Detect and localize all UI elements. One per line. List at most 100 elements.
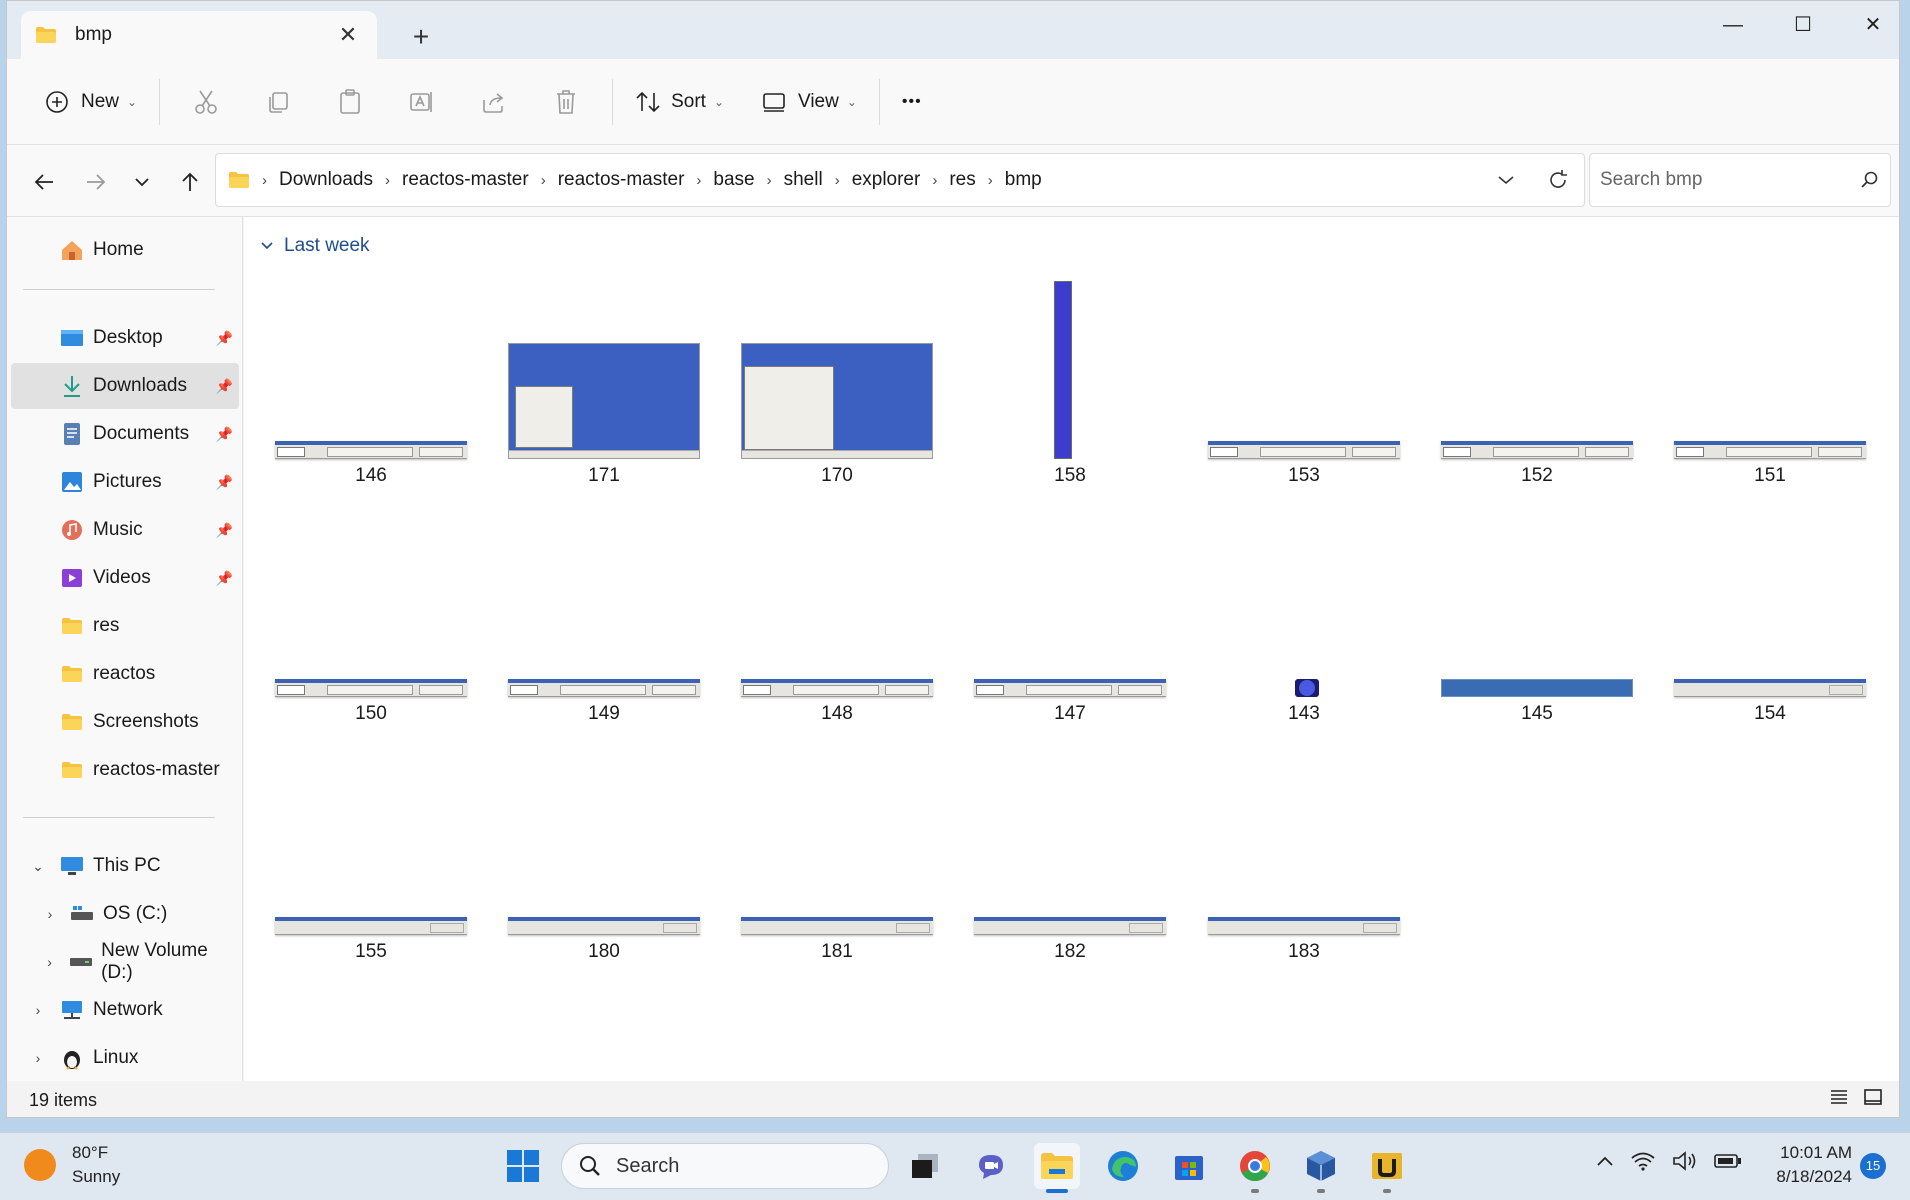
file-tile[interactable]: 153 [1189,281,1403,511]
breadcrumb-base[interactable]: base [705,169,762,191]
breadcrumb-separator[interactable]: › [537,172,550,189]
large-icons-view-icon[interactable] [1863,1087,1883,1107]
putty-button[interactable] [1364,1143,1410,1193]
view-button[interactable]: View ⌄ [750,78,869,126]
breadcrumb-bmp[interactable]: bmp [997,169,1050,191]
file-tile[interactable]: 147 [955,519,1169,749]
share-button[interactable] [458,78,530,126]
breadcrumb-reactos-master-inner[interactable]: reactos-master [550,169,693,191]
breadcrumb-downloads[interactable]: Downloads [271,169,381,191]
edge-button[interactable] [1100,1143,1146,1189]
file-tile[interactable]: 158 [955,281,1169,511]
file-tile[interactable]: 155 [256,757,470,987]
taskbar-search[interactable]: Search [561,1143,889,1189]
nav-reactos-master[interactable]: reactos-master [11,747,239,793]
forward-button[interactable] [77,163,115,201]
up-button[interactable] [171,163,209,201]
nav-drive-c[interactable]: › OS (C:) [11,891,239,937]
nav-linux[interactable]: › Linux [11,1035,239,1081]
breadcrumb-separator[interactable]: › [381,172,394,189]
nav-home[interactable]: Home [11,227,239,273]
chevron-right-icon[interactable]: › [39,906,61,922]
chevron-right-icon[interactable]: › [39,954,60,970]
nav-videos[interactable]: Videos 📌 [11,555,239,601]
breadcrumb-separator[interactable]: › [258,172,271,189]
breadcrumb-separator[interactable]: › [831,172,844,189]
nav-music[interactable]: Music 📌 [11,507,239,553]
breadcrumb-explorer[interactable]: explorer [844,169,929,191]
file-tile[interactable]: 183 [1189,757,1403,987]
nav-drive-d[interactable]: › New Volume (D:) [11,939,239,985]
clock[interactable]: 10:01 AM 8/18/2024 [1762,1141,1852,1189]
file-tile[interactable]: 171 [489,281,703,511]
back-button[interactable] [25,163,63,201]
chevron-right-icon[interactable]: › [27,1050,49,1066]
nav-reactos[interactable]: reactos [11,651,239,697]
show-hidden-icons-chevron-icon[interactable] [1596,1155,1614,1167]
file-tile[interactable]: 152 [1422,281,1636,511]
delete-button[interactable] [530,78,602,126]
breadcrumb-separator[interactable]: › [763,172,776,189]
file-tile[interactable]: 143 [1189,519,1403,749]
file-tile[interactable]: 150 [256,519,470,749]
new-tab-button[interactable]: + [403,19,439,55]
nav-downloads[interactable]: Downloads 📌 [11,363,239,409]
group-header[interactable]: Last week [260,235,370,257]
nav-documents[interactable]: Documents 📌 [11,411,239,457]
tab-bmp[interactable]: bmp ✕ [21,11,377,59]
teams-chat-button[interactable] [968,1143,1014,1189]
volume-icon[interactable] [1672,1151,1698,1171]
nav-res[interactable]: res [11,603,239,649]
rename-button[interactable] [386,78,458,126]
file-tile[interactable]: 154 [1655,519,1869,749]
wifi-icon[interactable] [1630,1151,1656,1171]
breadcrumb-reactos-master[interactable]: reactos-master [394,169,537,191]
details-view-icon[interactable] [1829,1087,1849,1107]
address-bar[interactable]: › Downloads › reactos-master › reactos-m… [215,153,1585,207]
chevron-right-icon[interactable]: › [27,1002,49,1018]
paste-button[interactable] [314,78,386,126]
file-tile[interactable]: 182 [955,757,1169,987]
microsoft-store-button[interactable] [1166,1143,1212,1189]
minimize-button[interactable]: — [1701,7,1765,43]
breadcrumb-shell[interactable]: shell [776,169,831,191]
breadcrumb-separator[interactable]: › [692,172,705,189]
maximize-button[interactable]: ☐ [1771,7,1835,43]
file-tile[interactable]: 145 [1422,519,1636,749]
nav-pictures[interactable]: Pictures 📌 [11,459,239,505]
file-tile[interactable]: 170 [722,281,936,511]
sort-button[interactable]: Sort ⌄ [623,78,736,126]
nav-this-pc[interactable]: ⌄ This PC [11,843,239,889]
virtualbox-button[interactable] [1298,1143,1344,1193]
breadcrumb-separator[interactable]: › [928,172,941,189]
breadcrumb-res[interactable]: res [941,169,983,191]
search-input[interactable]: Search bmp [1589,153,1891,207]
chevron-down-icon[interactable]: ⌄ [27,858,49,875]
file-tile[interactable]: 181 [722,757,936,987]
breadcrumb-separator[interactable]: › [984,172,997,189]
file-tile[interactable]: 151 [1655,281,1869,511]
chrome-button[interactable] [1232,1143,1278,1193]
file-tile[interactable]: 146 [256,281,470,511]
file-tile[interactable]: 180 [489,757,703,987]
more-options-button[interactable]: ••• [890,78,934,126]
close-tab-button[interactable]: ✕ [333,22,363,48]
start-button[interactable] [500,1143,546,1189]
file-tile[interactable]: 148 [722,519,936,749]
cut-button[interactable] [170,78,242,126]
nav-network[interactable]: › Network [11,987,239,1033]
nav-desktop[interactable]: Desktop 📌 [11,315,239,361]
weather-widget[interactable]: 80°F Sunny [24,1141,120,1189]
battery-icon[interactable] [1714,1153,1742,1169]
refresh-button[interactable] [1532,169,1584,191]
file-explorer-taskbar-button[interactable] [1034,1143,1080,1193]
task-view-button[interactable] [902,1143,948,1189]
address-history-button[interactable] [1480,175,1532,185]
copy-button[interactable] [242,78,314,126]
file-tile[interactable]: 149 [489,519,703,749]
recent-locations-button[interactable] [123,163,161,201]
notification-badge[interactable]: 15 [1860,1153,1886,1179]
nav-screenshots[interactable]: Screenshots [11,699,239,745]
new-button[interactable]: New ⌄ [33,78,149,126]
close-window-button[interactable]: ✕ [1841,7,1899,43]
